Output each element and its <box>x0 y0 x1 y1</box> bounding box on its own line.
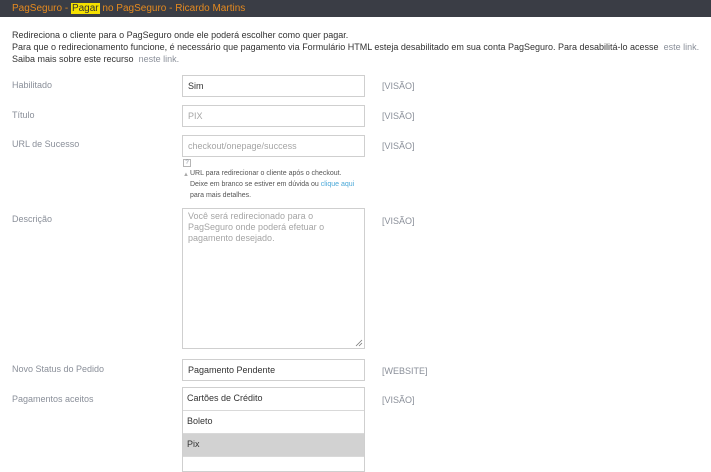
description-scope: [VISÃO] <box>382 216 415 226</box>
resize-handle-icon[interactable] <box>355 339 363 347</box>
intro-line3: Saiba mais sobre este recurso neste link… <box>12 53 707 65</box>
payment-option-credit-card[interactable]: Cartões de Crédito <box>183 388 364 411</box>
intro-line2-text: Para que o redirecionamento funcione, é … <box>12 42 659 52</box>
title-label: Título <box>12 110 35 120</box>
success-url-label: URL de Sucesso <box>12 139 80 149</box>
help-line2: Deixe em branco se estiver em dúvida ou … <box>190 179 370 190</box>
description-placeholder: Você será redirecionado para o PagSeguro… <box>188 211 325 243</box>
section-header[interactable]: PagSeguro - Pagar no PagSeguro - Ricardo… <box>0 0 711 17</box>
title-scope: [VISÃO] <box>382 111 415 121</box>
payments-label: Pagamentos aceitos <box>12 394 94 404</box>
description-label: Descrição <box>12 214 53 224</box>
header-title-part2: no PagSeguro - Ricardo Martins <box>99 3 246 14</box>
order-status-select[interactable]: Pagamento Pendente <box>182 359 365 381</box>
help-arrow-icon: ▲ <box>183 172 189 178</box>
intro-line1: Redireciona o cliente para o PagSeguro o… <box>12 30 349 40</box>
intro-line3-text: Saiba mais sobre este recurso <box>12 54 134 64</box>
enabled-label: Habilitado <box>12 80 53 90</box>
header-title-highlight: Pagar <box>70 3 100 14</box>
success-url-scope: [VISÃO] <box>382 141 415 151</box>
intro-line2: Para que o redirecionamento funcione, é … <box>12 41 707 53</box>
payments-scope: [VISÃO] <box>382 395 415 405</box>
payment-option-pix[interactable]: Pix <box>183 434 364 457</box>
enabled-select[interactable]: Sim <box>182 75 365 97</box>
help-line3: para mais detalhes. <box>190 192 252 199</box>
title-input[interactable]: PIX <box>182 105 365 127</box>
order-status-label: Novo Status do Pedido <box>12 364 105 374</box>
help-icon[interactable]: ? <box>183 159 191 167</box>
success-url-input[interactable]: checkout/onepage/success <box>182 135 365 157</box>
payments-multiselect[interactable]: Cartões de Crédito Boleto Pix <box>182 387 365 472</box>
enabled-scope: [VISÃO] <box>382 81 415 91</box>
description-textarea[interactable]: Você será redirecionado para o PagSeguro… <box>182 208 365 349</box>
intro-text: Redireciona o cliente para o PagSeguro o… <box>12 29 707 65</box>
help-click-here-link[interactable]: clique aqui <box>321 181 354 188</box>
help-line2-text: Deixe em branco se estiver em dúvida ou <box>190 181 319 188</box>
intro-learn-more-link[interactable]: neste link. <box>139 54 180 64</box>
intro-disable-link[interactable]: este link. <box>664 42 700 52</box>
help-line1: URL para redirecionar o cliente após o c… <box>190 170 342 177</box>
success-url-help: URL para redirecionar o cliente após o c… <box>190 168 370 201</box>
order-status-scope: [WEBSITE] <box>382 366 428 376</box>
payment-option-boleto[interactable]: Boleto <box>183 411 364 434</box>
header-title-part1: PagSeguro - <box>12 3 71 14</box>
